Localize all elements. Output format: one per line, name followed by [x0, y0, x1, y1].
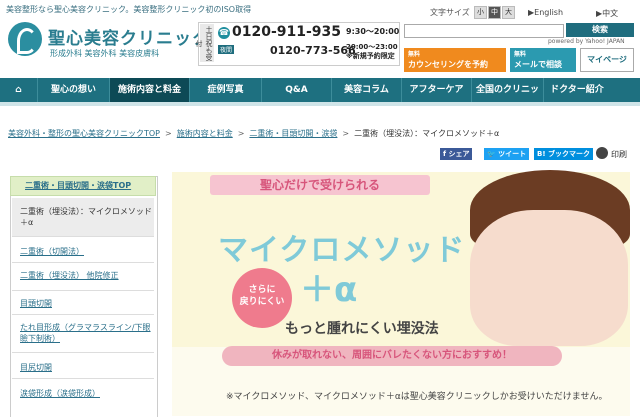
lang-chinese-link[interactable]: ▶中文 — [596, 8, 618, 19]
counsel-label: カウンセリングを予約 — [408, 60, 488, 69]
powered-by: powered by Yahoo! JAPAN — [548, 38, 625, 45]
nav-home-icon[interactable]: ⌂ — [0, 78, 38, 102]
model-photo — [470, 210, 628, 346]
tagline: 美容整形なら聖心美容クリニック。美容整形クリニック初のISO取得 — [6, 5, 252, 14]
banner-subline: もっと腫れにくい埋没法 — [285, 321, 439, 337]
banner-circle-badge: さらに 戻りにくい — [232, 268, 292, 328]
font-size-large-button[interactable]: 大 — [502, 6, 515, 19]
banner-plus-alpha: ＋α — [300, 270, 358, 310]
sidebar-divider — [12, 314, 154, 315]
nav-item-clinics[interactable]: 全国のクリニック — [472, 78, 544, 119]
banner-pink-bar: 休みが取れない、周囲にバレたくない方におすすめ！ — [222, 346, 562, 366]
sidebar-divider — [12, 236, 154, 237]
phone-side-label: 土日祝も受付 — [195, 24, 214, 62]
phone-main[interactable]: 0120-911-935 — [232, 24, 341, 40]
sidebar-divider — [12, 290, 154, 291]
breadcrumb-separator: > — [342, 129, 350, 138]
sidebar-item-revision[interactable]: 二重術（埋没法） 他院修正 — [12, 270, 152, 281]
counsel-reserve-button[interactable]: 無料 カウンセリングを予約 — [404, 48, 506, 72]
counsel-free-label: 無料 — [408, 51, 421, 58]
twitter-share-label: ツイート — [498, 150, 527, 158]
circle-line-1: さらに — [248, 285, 276, 295]
sidebar-item-droopy-eyes[interactable]: たれ目形成（グラマラスライン/下眼瞼下制術） — [12, 322, 152, 344]
nav-item-treatments[interactable]: 施術内容と料金 — [110, 78, 190, 102]
phone-main-hours: 9:30〜20:00 — [346, 27, 400, 36]
facebook-share-button[interactable]: f シェア — [440, 148, 473, 160]
circle-line-2: 戻りにくい — [239, 297, 285, 307]
clinic-name[interactable]: 聖心美容クリニック — [48, 24, 210, 49]
lang-english-link[interactable]: ▶English — [528, 8, 563, 17]
sidebar-divider — [12, 352, 154, 353]
facebook-share-label: シェア — [448, 150, 470, 158]
breadcrumb-top[interactable]: 美容外科・整形の聖心美容クリニックTOP — [8, 129, 160, 138]
breadcrumb-treatments[interactable]: 施術内容と料金 — [177, 129, 233, 138]
hatena-bookmark-button[interactable]: B! ブックマーク — [534, 148, 593, 160]
nav-item-philosophy[interactable]: 聖心の想い — [38, 78, 110, 102]
sidebar-head-link[interactable]: 二重術・目頭切開・涙袋TOP — [10, 176, 156, 196]
mypage-button[interactable]: マイページ — [580, 48, 634, 72]
banner-note: ※マイクロメソッド、マイクロメソッド＋αは聖心美容クリニックしかお受けいただけま… — [226, 392, 608, 402]
print-link[interactable]: 印刷 — [611, 149, 627, 160]
font-size-label: 文字サイズ — [430, 8, 470, 17]
night-badge: 夜間 — [218, 45, 235, 54]
mail-consult-button[interactable]: 無料 メールで相談 — [510, 48, 576, 72]
sidebar-item-micromethod[interactable]: 二重術（埋没法）：マイクロメソッド＋α — [12, 206, 152, 228]
sidebar-item-tear-trough[interactable]: 涙袋形成（涙袋形成） — [12, 388, 152, 399]
night-hours-note: ※新規予約限定 — [346, 52, 395, 60]
print-icon[interactable] — [596, 147, 608, 159]
sidebar-divider — [12, 262, 154, 263]
nav-item-cases[interactable]: 症例写真 — [190, 78, 262, 102]
clinic-subtitle: 形成外科 美容外科 美容皮膚科 — [50, 49, 160, 58]
night-hours-line: 20:00〜23:00 — [346, 43, 398, 51]
mail-label: メールで相談 — [514, 60, 562, 69]
breadcrumb-separator: > — [237, 129, 245, 138]
nav-item-aftercare[interactable]: アフターケア — [402, 78, 472, 102]
hatena-bookmark-label: ブックマーク — [547, 150, 590, 158]
phone-icon: ☎ — [218, 27, 230, 39]
sidebar-item-inner-canthus[interactable]: 目頭切開 — [12, 298, 152, 309]
breadcrumb-separator: > — [165, 129, 172, 138]
sidebar-divider — [12, 378, 154, 379]
search-button[interactable]: 検索 — [566, 23, 634, 37]
sidebar-item-outer-canthus[interactable]: 目尻切開 — [12, 362, 152, 373]
global-nav: ⌂ 聖心の想い 施術内容と料金 症例写真 Q&A 美容コラム アフターケア 全国… — [0, 78, 640, 119]
font-size-small-button[interactable]: 小 — [474, 6, 487, 19]
phone-night[interactable]: 0120-773-566 — [270, 44, 356, 57]
search-input[interactable] — [404, 24, 564, 38]
banner-ribbon: 聖心だけで受けられる — [210, 175, 430, 195]
breadcrumb: 美容外科・整形の聖心美容クリニックTOP > 施術内容と料金 > 二重術・目頭切開・涙袋… — [8, 128, 499, 139]
nav-item-qa[interactable]: Q&A — [262, 78, 332, 102]
font-size-medium-button[interactable]: 中 — [488, 6, 501, 19]
clinic-logo-icon[interactable] — [8, 22, 42, 56]
twitter-share-button[interactable]: 🐦 ツイート — [484, 148, 530, 160]
nav-item-doctors[interactable]: ドクター紹介 — [544, 78, 610, 102]
nav-item-column[interactable]: 美容コラム — [332, 78, 402, 102]
phone-night-hours: 20:00〜23:00 ※新規予約限定 — [346, 43, 398, 61]
breadcrumb-current: 二重術（埋没法）：マイクロメソッド＋α — [354, 129, 500, 138]
mail-free-label: 無料 — [514, 51, 527, 58]
nav-shadow — [0, 102, 640, 106]
breadcrumb-eyes[interactable]: 二重術・目頭切開・涙袋 — [249, 129, 337, 138]
sidebar-item-incision[interactable]: 二重術（切開法） — [12, 246, 152, 257]
